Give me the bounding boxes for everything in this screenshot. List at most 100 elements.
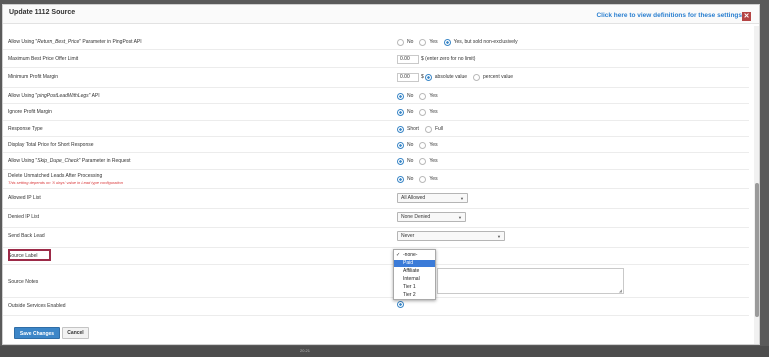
ping-post-lead-with-legs-label: Allow Using "pingPostLeadWithLegs" API (8, 93, 100, 99)
return-best-price-label: Allow Using "Return_Best_Price" Paramete… (8, 39, 142, 45)
row-display-total-price: Display Total Price for Short Response N… (3, 137, 749, 153)
source-label-option-affiliate[interactable]: Affiliate (394, 268, 435, 275)
send-back-lead-label: Send Back Lead (8, 233, 45, 239)
delete-unmatched-yes-radio[interactable] (419, 175, 427, 183)
source-label-option-none[interactable]: ✓ -none- (394, 252, 435, 259)
update-source-modal: Update 1112 Source Click here to view de… (2, 4, 760, 345)
outside-services-control (397, 299, 407, 309)
source-notes-textarea[interactable]: ◢ (437, 268, 624, 294)
delete-unmatched-note: This setting depends on 'X days' value i… (8, 180, 123, 185)
skip-dupe-no-label: No (407, 158, 414, 164)
row-allowed-ip: Allowed IP List All Allowed ▼ (3, 189, 749, 209)
outside-services-radio[interactable] (397, 300, 404, 308)
response-short-radio[interactable] (397, 125, 404, 133)
source-label-dropdown: ✓ -none- Paid Affiliate Internal Tier 1 … (393, 249, 436, 300)
row-max-best-price: Maximum Best Price Offer Limit 0.00 $ (e… (3, 50, 749, 68)
chevron-down-icon: ▼ (460, 196, 464, 201)
ignore-profit-yes-radio[interactable] (419, 108, 427, 116)
return-best-price-yes-label: Yes (429, 39, 438, 45)
max-best-price-hint: $ (enter zero for no limit) (421, 56, 476, 62)
backdrop-footer-text: 20.21 (300, 348, 311, 353)
absolute-value-label: absolute value (434, 74, 468, 80)
row-denied-ip: Denied IP List None Denied ▼ (3, 209, 749, 228)
return-best-price-yes-radio[interactable] (419, 38, 427, 46)
outside-services-label: Outside Services Enabled (8, 303, 66, 309)
skip-dupe-yes-radio[interactable] (419, 157, 427, 165)
min-profit-margin-control: 0.00 $ absolute value percent value (397, 72, 519, 82)
response-type-label: Response Type (8, 126, 43, 132)
display-total-price-label: Display Total Price for Short Response (8, 142, 94, 148)
skip-dupe-no-radio[interactable] (397, 157, 404, 165)
source-label-highlight (8, 249, 51, 261)
max-best-price-control: 0.00 $ (enter zero for no limit) (397, 54, 481, 64)
row-source-label: Source Label (3, 248, 749, 265)
source-label-option-internal[interactable]: Internal (394, 276, 435, 283)
skip-dupe-yes-label: Yes (429, 158, 438, 164)
row-outside-services: Outside Services Enabled (3, 298, 749, 316)
row-source-notes: Source Notes (3, 265, 749, 298)
chevron-down-icon: ▼ (497, 234, 501, 239)
ping-post-yes-radio[interactable] (419, 92, 427, 100)
return-best-price-options: No Yes Yes, but sold non-exclusively (397, 37, 524, 47)
allowed-ip-select[interactable]: All Allowed ▼ (397, 193, 468, 203)
backdrop-strip (0, 346, 769, 357)
source-label-option-tier2[interactable]: Tier 2 (394, 292, 435, 299)
display-total-no-label: No (407, 142, 414, 148)
allowed-ip-value: All Allowed (401, 195, 426, 201)
percent-value-label: percent value (483, 74, 514, 80)
modal-header: Update 1112 Source Click here to view de… (3, 5, 759, 24)
response-full-label: Full (434, 126, 444, 132)
ping-post-lead-with-legs-options: No Yes (397, 91, 444, 101)
ping-post-no-label: No (407, 93, 414, 99)
display-total-price-options: No Yes (397, 140, 444, 150)
allowed-ip-label: Allowed IP List (8, 195, 41, 201)
row-ignore-profit-margin: Ignore Profit Margin No Yes (3, 104, 749, 121)
denied-ip-select[interactable]: None Denied ▼ (397, 212, 466, 222)
response-full-radio[interactable] (424, 125, 432, 133)
return-best-price-no-radio[interactable] (397, 38, 404, 46)
row-min-profit-margin: Minimum Profit Margin 0.00 $ absolute va… (3, 68, 749, 88)
chevron-down-icon: ▼ (458, 215, 462, 220)
row-response-type: Response Type Short Full (3, 121, 749, 137)
ping-post-no-radio[interactable] (397, 92, 404, 100)
row-delete-unmatched: Delete Unmatched Leads After Processing … (3, 170, 749, 189)
skip-dupe-check-options: No Yes (397, 156, 444, 166)
display-total-yes-radio[interactable] (419, 141, 427, 149)
cancel-button[interactable]: Cancel (62, 327, 89, 339)
return-best-price-no-label: No (407, 39, 414, 45)
definitions-link[interactable]: Click here to view definitions for these… (596, 12, 742, 19)
delete-unmatched-no-radio[interactable] (397, 175, 404, 183)
min-profit-margin-input[interactable]: 0.00 (397, 72, 419, 82)
return-best-price-nonexclusive-label: Yes, but sold non-exclusively (453, 39, 518, 45)
resize-handle-icon[interactable]: ◢ (619, 288, 622, 293)
scrollbar-thumb[interactable] (755, 183, 759, 317)
delete-unmatched-label: Delete Unmatched Leads After Processing (8, 173, 103, 179)
display-total-no-radio[interactable] (397, 141, 404, 149)
denied-ip-value: None Denied (401, 214, 431, 220)
save-changes-button[interactable]: Save Changes (14, 327, 60, 339)
modal-title: Update 1112 Source (9, 9, 76, 16)
denied-ip-label: Denied IP List (8, 214, 40, 220)
ignore-profit-yes-label: Yes (429, 109, 438, 115)
send-back-lead-value: Never (401, 233, 415, 239)
ping-post-yes-label: Yes (429, 93, 438, 99)
response-short-label: Short (407, 126, 419, 132)
source-notes-label: Source Notes (8, 279, 39, 285)
skip-dupe-check-label: Allow Using "Skip_Dupe_Check" Parameter … (8, 158, 131, 164)
max-best-price-input[interactable]: 0.00 (397, 54, 419, 64)
ignore-profit-no-radio[interactable] (397, 108, 404, 116)
response-type-options: Short Full (397, 124, 449, 134)
percent-value-radio[interactable] (473, 73, 481, 81)
source-label-option-paid[interactable]: Paid (394, 260, 435, 267)
row-skip-dupe-check: Allow Using "Skip_Dupe_Check" Parameter … (3, 153, 749, 170)
send-back-lead-select[interactable]: Never ▼ (397, 231, 505, 241)
ignore-profit-margin-options: No Yes (397, 107, 444, 117)
close-icon[interactable]: ✕ (742, 12, 751, 21)
delete-unmatched-yes-label: Yes (429, 176, 438, 182)
delete-unmatched-options: No Yes (397, 174, 444, 184)
delete-unmatched-no-label: No (407, 176, 414, 182)
source-label-option-tier1[interactable]: Tier 1 (394, 284, 435, 291)
absolute-value-radio[interactable] (424, 73, 432, 81)
return-best-price-nonexclusive-radio[interactable] (443, 38, 451, 46)
display-total-yes-label: Yes (429, 142, 438, 148)
